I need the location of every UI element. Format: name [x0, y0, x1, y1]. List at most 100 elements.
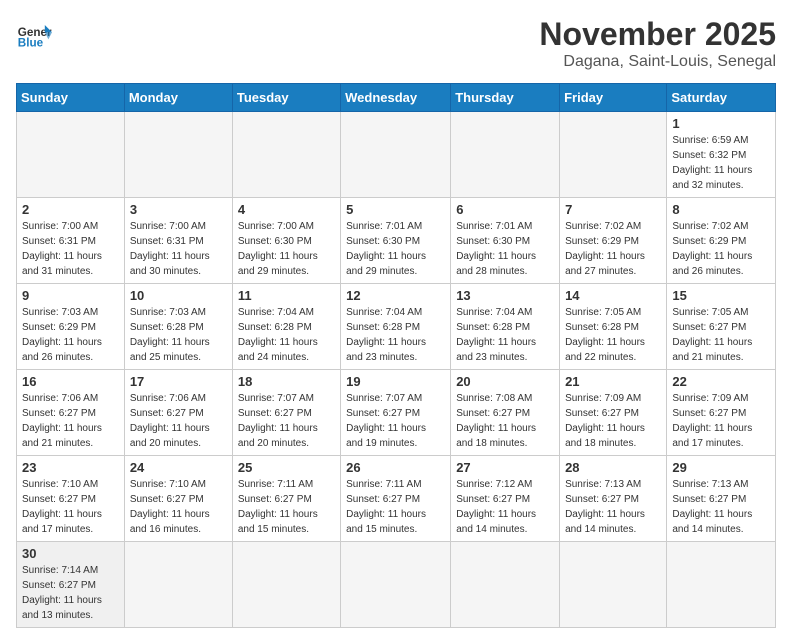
day-info: Sunrise: 7:00 AM Sunset: 6:30 PM Dayligh…	[238, 219, 335, 279]
day-number: 30	[22, 546, 119, 561]
calendar-week-row: 30 Sunrise: 7:14 AM Sunset: 6:27 PM Dayli…	[17, 542, 776, 628]
day-number: 18	[238, 374, 335, 389]
calendar-day-cell: 23Sunrise: 7:10 AM Sunset: 6:27 PM Dayli…	[17, 456, 125, 542]
day-info: Sunrise: 7:02 AM Sunset: 6:29 PM Dayligh…	[672, 219, 770, 279]
calendar-day-cell	[341, 542, 451, 628]
day-number: 29	[672, 460, 770, 475]
day-number: 9	[22, 288, 119, 303]
calendar-day-cell: 14 Sunrise: 7:05 AM Sunset: 6:28 PM Dayli…	[560, 284, 667, 370]
day-number: 6	[456, 202, 554, 217]
day-number: 8	[672, 202, 770, 217]
header: General Blue November 2025 Dagana, Saint…	[16, 16, 776, 71]
day-info: Sunrise: 7:14 AM Sunset: 6:27 PM Dayligh…	[22, 563, 119, 623]
day-number: 25	[238, 460, 335, 475]
calendar-day-cell: 1 Sunrise: 6:59 AM Sunset: 6:32 PM Daylig…	[667, 112, 776, 198]
day-number: 12	[346, 288, 445, 303]
day-info: Sunrise: 7:05 AM Sunset: 6:28 PM Dayligh…	[565, 305, 661, 365]
weekday-header-sunday: Sunday	[17, 84, 125, 112]
day-number: 19	[346, 374, 445, 389]
day-info: Sunrise: 7:07 AM Sunset: 6:27 PM Dayligh…	[346, 391, 445, 451]
calendar-day-cell: 28 Sunrise: 7:13 AM Sunset: 6:27 PM Dayli…	[560, 456, 667, 542]
day-number: 5	[346, 202, 445, 217]
day-number: 4	[238, 202, 335, 217]
day-number: 15	[672, 288, 770, 303]
day-number: 24	[130, 460, 227, 475]
calendar-day-cell	[124, 112, 232, 198]
calendar-day-cell: 2 Sunrise: 7:00 AM Sunset: 6:31 PM Daylig…	[17, 198, 125, 284]
weekday-header-tuesday: Tuesday	[232, 84, 340, 112]
calendar-week-row: 9Sunrise: 7:03 AM Sunset: 6:29 PM Daylig…	[17, 284, 776, 370]
day-info: Sunrise: 7:10 AM Sunset: 6:27 PM Dayligh…	[130, 477, 227, 537]
calendar-day-cell: 30 Sunrise: 7:14 AM Sunset: 6:27 PM Dayli…	[17, 542, 125, 628]
day-info: Sunrise: 7:06 AM Sunset: 6:27 PM Dayligh…	[22, 391, 119, 451]
day-info: Sunrise: 7:01 AM Sunset: 6:30 PM Dayligh…	[456, 219, 554, 279]
calendar-day-cell	[560, 542, 667, 628]
title-area: November 2025 Dagana, Saint-Louis, Seneg…	[539, 16, 776, 71]
day-number: 22	[672, 374, 770, 389]
day-number: 1	[672, 116, 770, 131]
logo-icon: General Blue	[16, 16, 52, 52]
calendar-week-row: 16Sunrise: 7:06 AM Sunset: 6:27 PM Dayli…	[17, 370, 776, 456]
day-info: Sunrise: 7:09 AM Sunset: 6:27 PM Dayligh…	[565, 391, 661, 451]
day-number: 14	[565, 288, 661, 303]
location-subtitle: Dagana, Saint-Louis, Senegal	[539, 53, 776, 71]
day-info: Sunrise: 7:00 AM Sunset: 6:31 PM Dayligh…	[22, 219, 119, 279]
day-number: 10	[130, 288, 227, 303]
calendar-day-cell	[667, 542, 776, 628]
calendar-day-cell: 4 Sunrise: 7:00 AM Sunset: 6:30 PM Daylig…	[232, 198, 340, 284]
calendar-day-cell	[17, 112, 125, 198]
day-info: Sunrise: 7:05 AM Sunset: 6:27 PM Dayligh…	[672, 305, 770, 365]
calendar-day-cell: 3Sunrise: 7:00 AM Sunset: 6:31 PM Daylig…	[124, 198, 232, 284]
weekday-header-friday: Friday	[560, 84, 667, 112]
day-number: 20	[456, 374, 554, 389]
day-number: 21	[565, 374, 661, 389]
weekday-header-thursday: Thursday	[451, 84, 560, 112]
day-number: 17	[130, 374, 227, 389]
day-info: Sunrise: 7:01 AM Sunset: 6:30 PM Dayligh…	[346, 219, 445, 279]
day-info: Sunrise: 7:04 AM Sunset: 6:28 PM Dayligh…	[238, 305, 335, 365]
calendar-day-cell	[451, 542, 560, 628]
calendar-day-cell: 16Sunrise: 7:06 AM Sunset: 6:27 PM Dayli…	[17, 370, 125, 456]
day-number: 27	[456, 460, 554, 475]
day-info: Sunrise: 7:09 AM Sunset: 6:27 PM Dayligh…	[672, 391, 770, 451]
day-info: Sunrise: 6:59 AM Sunset: 6:32 PM Dayligh…	[672, 133, 770, 193]
calendar-day-cell: 18 Sunrise: 7:07 AM Sunset: 6:27 PM Dayli…	[232, 370, 340, 456]
day-info: Sunrise: 7:06 AM Sunset: 6:27 PM Dayligh…	[130, 391, 227, 451]
day-number: 23	[22, 460, 119, 475]
day-number: 26	[346, 460, 445, 475]
calendar-day-cell: 20 Sunrise: 7:08 AM Sunset: 6:27 PM Dayli…	[451, 370, 560, 456]
day-number: 7	[565, 202, 661, 217]
calendar-day-cell: 26 Sunrise: 7:11 AM Sunset: 6:27 PM Dayli…	[341, 456, 451, 542]
calendar-day-cell	[451, 112, 560, 198]
calendar-day-cell	[341, 112, 451, 198]
calendar-day-cell: 11Sunrise: 7:04 AM Sunset: 6:28 PM Dayli…	[232, 284, 340, 370]
calendar-day-cell	[232, 112, 340, 198]
svg-text:Blue: Blue	[18, 37, 44, 50]
calendar-day-cell: 13Sunrise: 7:04 AM Sunset: 6:28 PM Dayli…	[451, 284, 560, 370]
weekday-header-saturday: Saturday	[667, 84, 776, 112]
calendar-day-cell	[560, 112, 667, 198]
day-info: Sunrise: 7:13 AM Sunset: 6:27 PM Dayligh…	[672, 477, 770, 537]
calendar-day-cell: 19 Sunrise: 7:07 AM Sunset: 6:27 PM Dayli…	[341, 370, 451, 456]
day-info: Sunrise: 7:13 AM Sunset: 6:27 PM Dayligh…	[565, 477, 661, 537]
calendar-day-cell: 7Sunrise: 7:02 AM Sunset: 6:29 PM Daylig…	[560, 198, 667, 284]
day-info: Sunrise: 7:08 AM Sunset: 6:27 PM Dayligh…	[456, 391, 554, 451]
day-number: 28	[565, 460, 661, 475]
calendar-day-cell: 27Sunrise: 7:12 AM Sunset: 6:27 PM Dayli…	[451, 456, 560, 542]
day-info: Sunrise: 7:11 AM Sunset: 6:27 PM Dayligh…	[346, 477, 445, 537]
calendar-day-cell: 12 Sunrise: 7:04 AM Sunset: 6:28 PM Dayli…	[341, 284, 451, 370]
calendar-day-cell: 6 Sunrise: 7:01 AM Sunset: 6:30 PM Daylig…	[451, 198, 560, 284]
calendar-day-cell: 15 Sunrise: 7:05 AM Sunset: 6:27 PM Dayli…	[667, 284, 776, 370]
calendar-day-cell: 22 Sunrise: 7:09 AM Sunset: 6:27 PM Dayli…	[667, 370, 776, 456]
day-info: Sunrise: 7:07 AM Sunset: 6:27 PM Dayligh…	[238, 391, 335, 451]
day-number: 2	[22, 202, 119, 217]
day-number: 3	[130, 202, 227, 217]
calendar-day-cell	[232, 542, 340, 628]
calendar-day-cell: 29 Sunrise: 7:13 AM Sunset: 6:27 PM Dayli…	[667, 456, 776, 542]
calendar-day-cell	[124, 542, 232, 628]
calendar-week-row: 23 Sunrise: 7:10 AM Sunset: 6:27 PM Dayli…	[17, 456, 776, 542]
weekday-header-wednesday: Wednesday	[341, 84, 451, 112]
day-info: Sunrise: 7:04 AM Sunset: 6:28 PM Dayligh…	[346, 305, 445, 365]
month-title: November 2025	[539, 16, 776, 53]
calendar-day-cell: 17 Sunrise: 7:06 AM Sunset: 6:27 PM Dayli…	[124, 370, 232, 456]
